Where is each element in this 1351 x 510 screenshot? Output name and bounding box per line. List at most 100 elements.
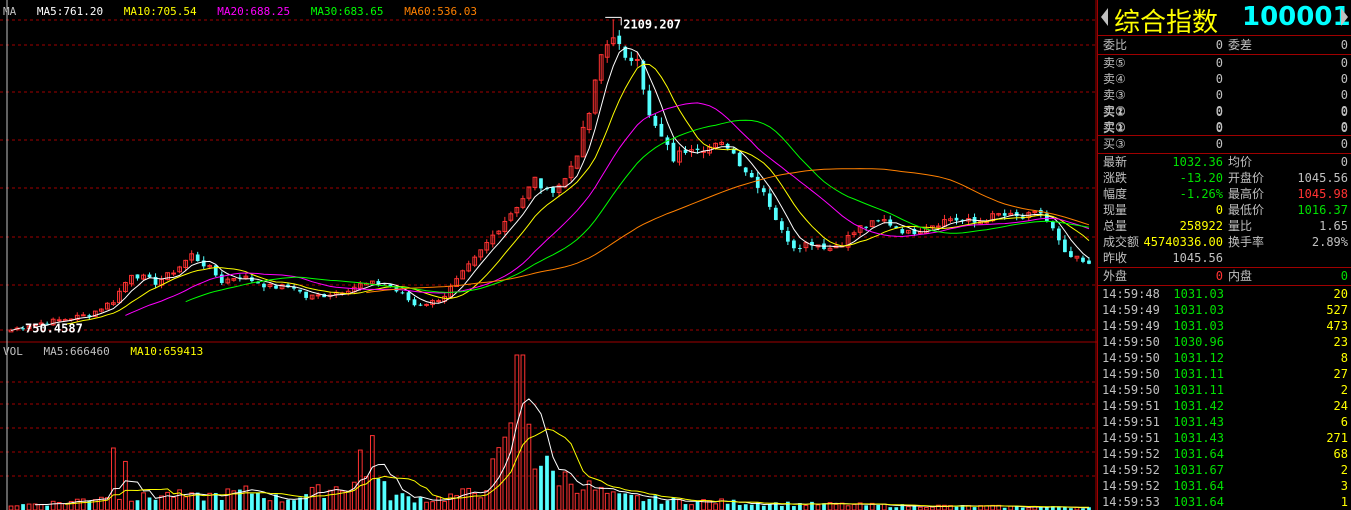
ma5-value: MA5:761.20: [36, 5, 104, 18]
volume-bar: [876, 504, 881, 510]
buy-level-volume: 0: [1340, 137, 1348, 151]
volume-bar: [62, 503, 68, 510]
candle-body: [315, 294, 321, 297]
volume-bar: [634, 495, 640, 510]
volume-bar: [532, 468, 538, 510]
buy-level-volume: 0: [1340, 105, 1348, 119]
quote-label: 幅度: [1103, 187, 1128, 201]
quote-value: 0: [1215, 203, 1223, 217]
quote-row: 最新 1032.36 均价 0: [1098, 154, 1351, 170]
quote-label: 最高价: [1228, 187, 1265, 201]
ma30-line: [185, 119, 1090, 303]
tick-volume: 3: [1340, 479, 1348, 493]
volume-bar: [803, 504, 809, 510]
volume-bar: [737, 505, 742, 510]
candle-body: [298, 289, 302, 292]
index-code: 100001: [1242, 2, 1351, 32]
candle-body: [755, 176, 760, 188]
candle-body: [304, 291, 308, 298]
volume-bar: [665, 500, 670, 510]
volume-bar: [592, 489, 598, 510]
tick-volume: 24: [1333, 399, 1348, 413]
waipan-value: 0: [1215, 269, 1223, 283]
volume-bar: [725, 503, 730, 510]
candle-body: [617, 35, 622, 45]
volume-bar: [695, 500, 700, 510]
quote-row: 成交额 45740336.00 换手率 2.89%: [1098, 234, 1351, 250]
tick-row: 14:59:51 1031.43 6: [1098, 414, 1351, 430]
candle-body: [195, 254, 200, 262]
volume-bar: [743, 504, 748, 510]
candle-body: [749, 173, 754, 178]
volume-bar: [74, 498, 80, 510]
buy-level-row: 买② 0 0: [1098, 120, 1351, 136]
volume-bar: [21, 504, 25, 510]
volume-bar: [345, 490, 351, 510]
quote-label: 总量: [1103, 219, 1128, 233]
volume-bar: [8, 505, 14, 510]
tick-price: 1031.03: [1173, 319, 1224, 333]
candle-body: [1069, 251, 1073, 257]
quote-label: 均价: [1228, 155, 1253, 169]
candle-body: [147, 274, 152, 278]
volume-bar: [322, 498, 327, 510]
weibi-value: 0: [1215, 38, 1223, 52]
vol-label: VOL: [3, 345, 23, 358]
quote-value: 258922: [1179, 219, 1223, 233]
tick-time: 14:59:50: [1102, 351, 1160, 365]
kline-chart-area[interactable]: 2109.207 750.4587 MA MA5:761.20 MA10:705.…: [0, 0, 1097, 510]
volume-bar: [786, 501, 790, 510]
candle-body: [213, 265, 218, 276]
prev-arrow-icon[interactable]: [1101, 8, 1108, 26]
tick-volume: 68: [1333, 447, 1348, 461]
kline-chart[interactable]: 2109.207 750.4587: [0, 0, 1097, 510]
quote-panel: 综合指数 100001 委比 0 委差 0 卖⑤ 0 0 卖④ 0 0 卖③ 0 0 卖② 0 0 卖①…: [1097, 0, 1351, 510]
volume-bar: [792, 506, 796, 510]
tick-time: 14:59:52: [1102, 463, 1160, 477]
tick-price: 1031.42: [1173, 399, 1224, 413]
ma10-value: MA10:705.54: [123, 5, 197, 18]
tick-row: 14:59:52 1031.64 3: [1098, 478, 1351, 494]
quote-value: 0: [1340, 155, 1348, 169]
candle-body: [653, 115, 658, 126]
candle-body: [659, 123, 664, 137]
tick-row: 14:59:51 1031.42 24: [1098, 398, 1351, 414]
candle-body: [786, 230, 790, 242]
volume-bar: [881, 503, 887, 510]
tick-price: 1031.03: [1173, 303, 1224, 317]
tick-time: 14:59:50: [1102, 367, 1160, 381]
volume-bar: [683, 504, 688, 510]
buy-level-row: 买③ 0 0: [1098, 136, 1351, 152]
volume-bar: [833, 503, 839, 510]
tick-price: 1031.64: [1173, 495, 1224, 509]
volume-bar: [520, 354, 526, 510]
volume-bar: [713, 503, 718, 510]
candle-body: [135, 274, 140, 279]
volume-bar: [286, 499, 290, 510]
quote-label: 最低价: [1228, 203, 1265, 217]
quote-row: 幅度 -1.26% 最高价 1045.98: [1098, 186, 1351, 202]
quote-value: -13.20: [1179, 171, 1223, 185]
candle-body: [406, 292, 411, 301]
volume-bar: [430, 501, 435, 510]
next-arrow-icon[interactable]: [1341, 8, 1348, 26]
volume-bar: [984, 505, 989, 510]
volume-bar: [845, 505, 851, 510]
volume-bar: [14, 505, 20, 510]
volume-bar: [851, 503, 857, 510]
volume-bar: [262, 498, 266, 510]
buy-level-label: 买①: [1103, 105, 1126, 119]
sell-level-volume: 0: [1340, 88, 1348, 102]
tick-volume: 271: [1326, 431, 1348, 445]
volume-bar: [460, 488, 466, 510]
quote-label: 现量: [1103, 203, 1128, 217]
volume-bar: [568, 483, 574, 510]
tick-price: 1031.11: [1173, 367, 1224, 381]
volume-bar: [38, 504, 44, 510]
volume-bar: [141, 492, 146, 510]
volume-bar: [610, 491, 616, 510]
tick-time: 14:59:53: [1102, 495, 1160, 509]
ma60-value: MA60:536.03: [404, 5, 478, 18]
volume-bar: [45, 505, 50, 510]
tick-time: 14:59:49: [1102, 303, 1160, 317]
